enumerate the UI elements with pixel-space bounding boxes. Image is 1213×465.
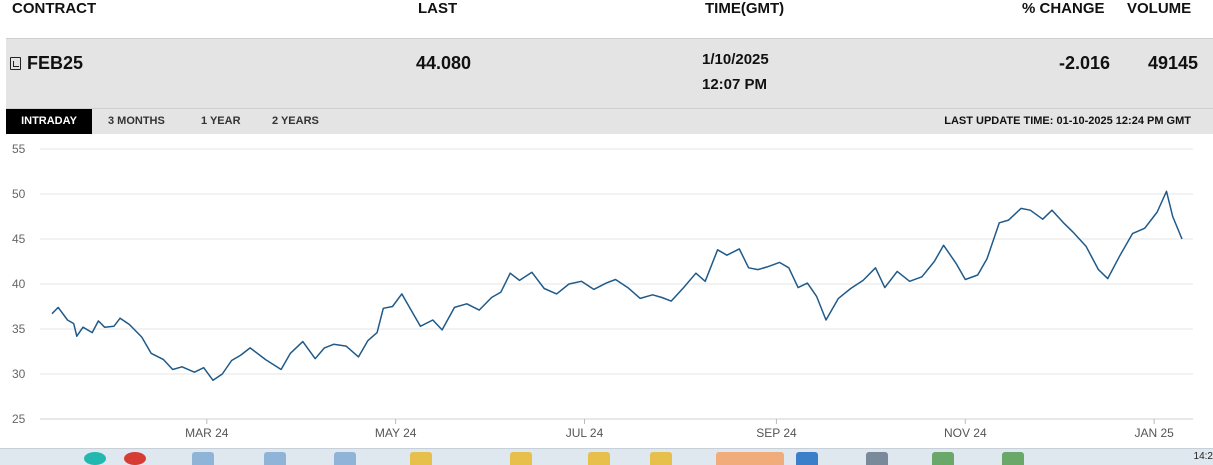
- change-column-header: % CHANGE: [1022, 0, 1105, 17]
- column-header-row: CONTRACT LAST TIME(GMT) % CHANGE VOLUME: [0, 0, 1213, 22]
- y-tick-label: 50: [12, 187, 26, 201]
- app-icon-red[interactable]: [124, 452, 146, 465]
- y-tick-label: 35: [12, 322, 26, 336]
- y-tick-label: 45: [12, 232, 26, 246]
- y-tick-label: 40: [12, 277, 26, 291]
- tab-3-months[interactable]: 3 MONTHS: [108, 109, 165, 134]
- last-column-header: LAST: [418, 0, 458, 17]
- app-icon-blue[interactable]: [796, 452, 818, 465]
- contract-cell[interactable]: FEB25: [10, 53, 83, 74]
- x-tick-label: MAY 24: [375, 426, 417, 440]
- app-icon-window[interactable]: [264, 452, 286, 465]
- folder-icon[interactable]: [650, 452, 672, 465]
- spreadsheet-icon[interactable]: [1002, 452, 1024, 465]
- windows-taskbar: 14:2: [0, 448, 1213, 465]
- y-tick-label: 25: [12, 412, 26, 426]
- quote-time: 12:07 PM: [702, 76, 768, 93]
- x-tick-label: JUL 24: [566, 426, 604, 440]
- price-line-chart[interactable]: 25 30 35 40 45 50 55 MAR 24 MAY 24 JUL 24 SEP 24 NO…: [0, 133, 1213, 448]
- volume-value: 49145: [1148, 53, 1199, 73]
- active-app-highlight[interactable]: [716, 452, 784, 465]
- last-update-time: LAST UPDATE TIME: 01-10-2025 12:24 PM GM…: [944, 115, 1191, 127]
- folder-icon[interactable]: [588, 452, 610, 465]
- folder-icon[interactable]: [410, 452, 432, 465]
- x-tick-label: MAR 24: [185, 426, 229, 440]
- y-tick-label: 55: [12, 142, 26, 156]
- app-icon-gray[interactable]: [866, 452, 888, 465]
- x-tick-label: SEP 24: [756, 426, 797, 440]
- contract-column-header: CONTRACT: [12, 0, 97, 17]
- chart-document-icon[interactable]: [10, 57, 21, 70]
- tab-2-years[interactable]: 2 YEARS: [272, 109, 319, 134]
- y-tick-label: 30: [12, 367, 26, 381]
- price-series-line: [51, 190, 1183, 382]
- quote-date: 1/10/2025: [702, 51, 769, 68]
- volume-column-header: VOLUME: [1127, 0, 1192, 17]
- quote-row[interactable]: FEB25 44.080 1/10/2025 12:07 PM -2.016 4…: [6, 38, 1213, 109]
- tab-intraday[interactable]: INTRADAY: [6, 109, 92, 134]
- range-tab-bar: INTRADAY 3 MONTHS 1 YEAR 2 YEARS LAST UP…: [6, 108, 1213, 134]
- last-price: 44.080: [416, 53, 472, 73]
- folder-icon[interactable]: [510, 452, 532, 465]
- x-tick-label: NOV 24: [944, 426, 987, 440]
- x-tick-label: JAN 25: [1134, 426, 1174, 440]
- app-icon-window[interactable]: [334, 452, 356, 465]
- percent-change: -2.016: [1059, 53, 1111, 73]
- tab-1-year[interactable]: 1 YEAR: [201, 109, 241, 134]
- spreadsheet-icon[interactable]: [932, 452, 954, 465]
- app-icon-teal[interactable]: [84, 452, 106, 465]
- contract-name: FEB25: [27, 53, 84, 73]
- taskbar-clock: 14:2: [1193, 451, 1213, 462]
- time-column-header: TIME(GMT): [705, 0, 785, 17]
- app-icon-window[interactable]: [192, 452, 214, 465]
